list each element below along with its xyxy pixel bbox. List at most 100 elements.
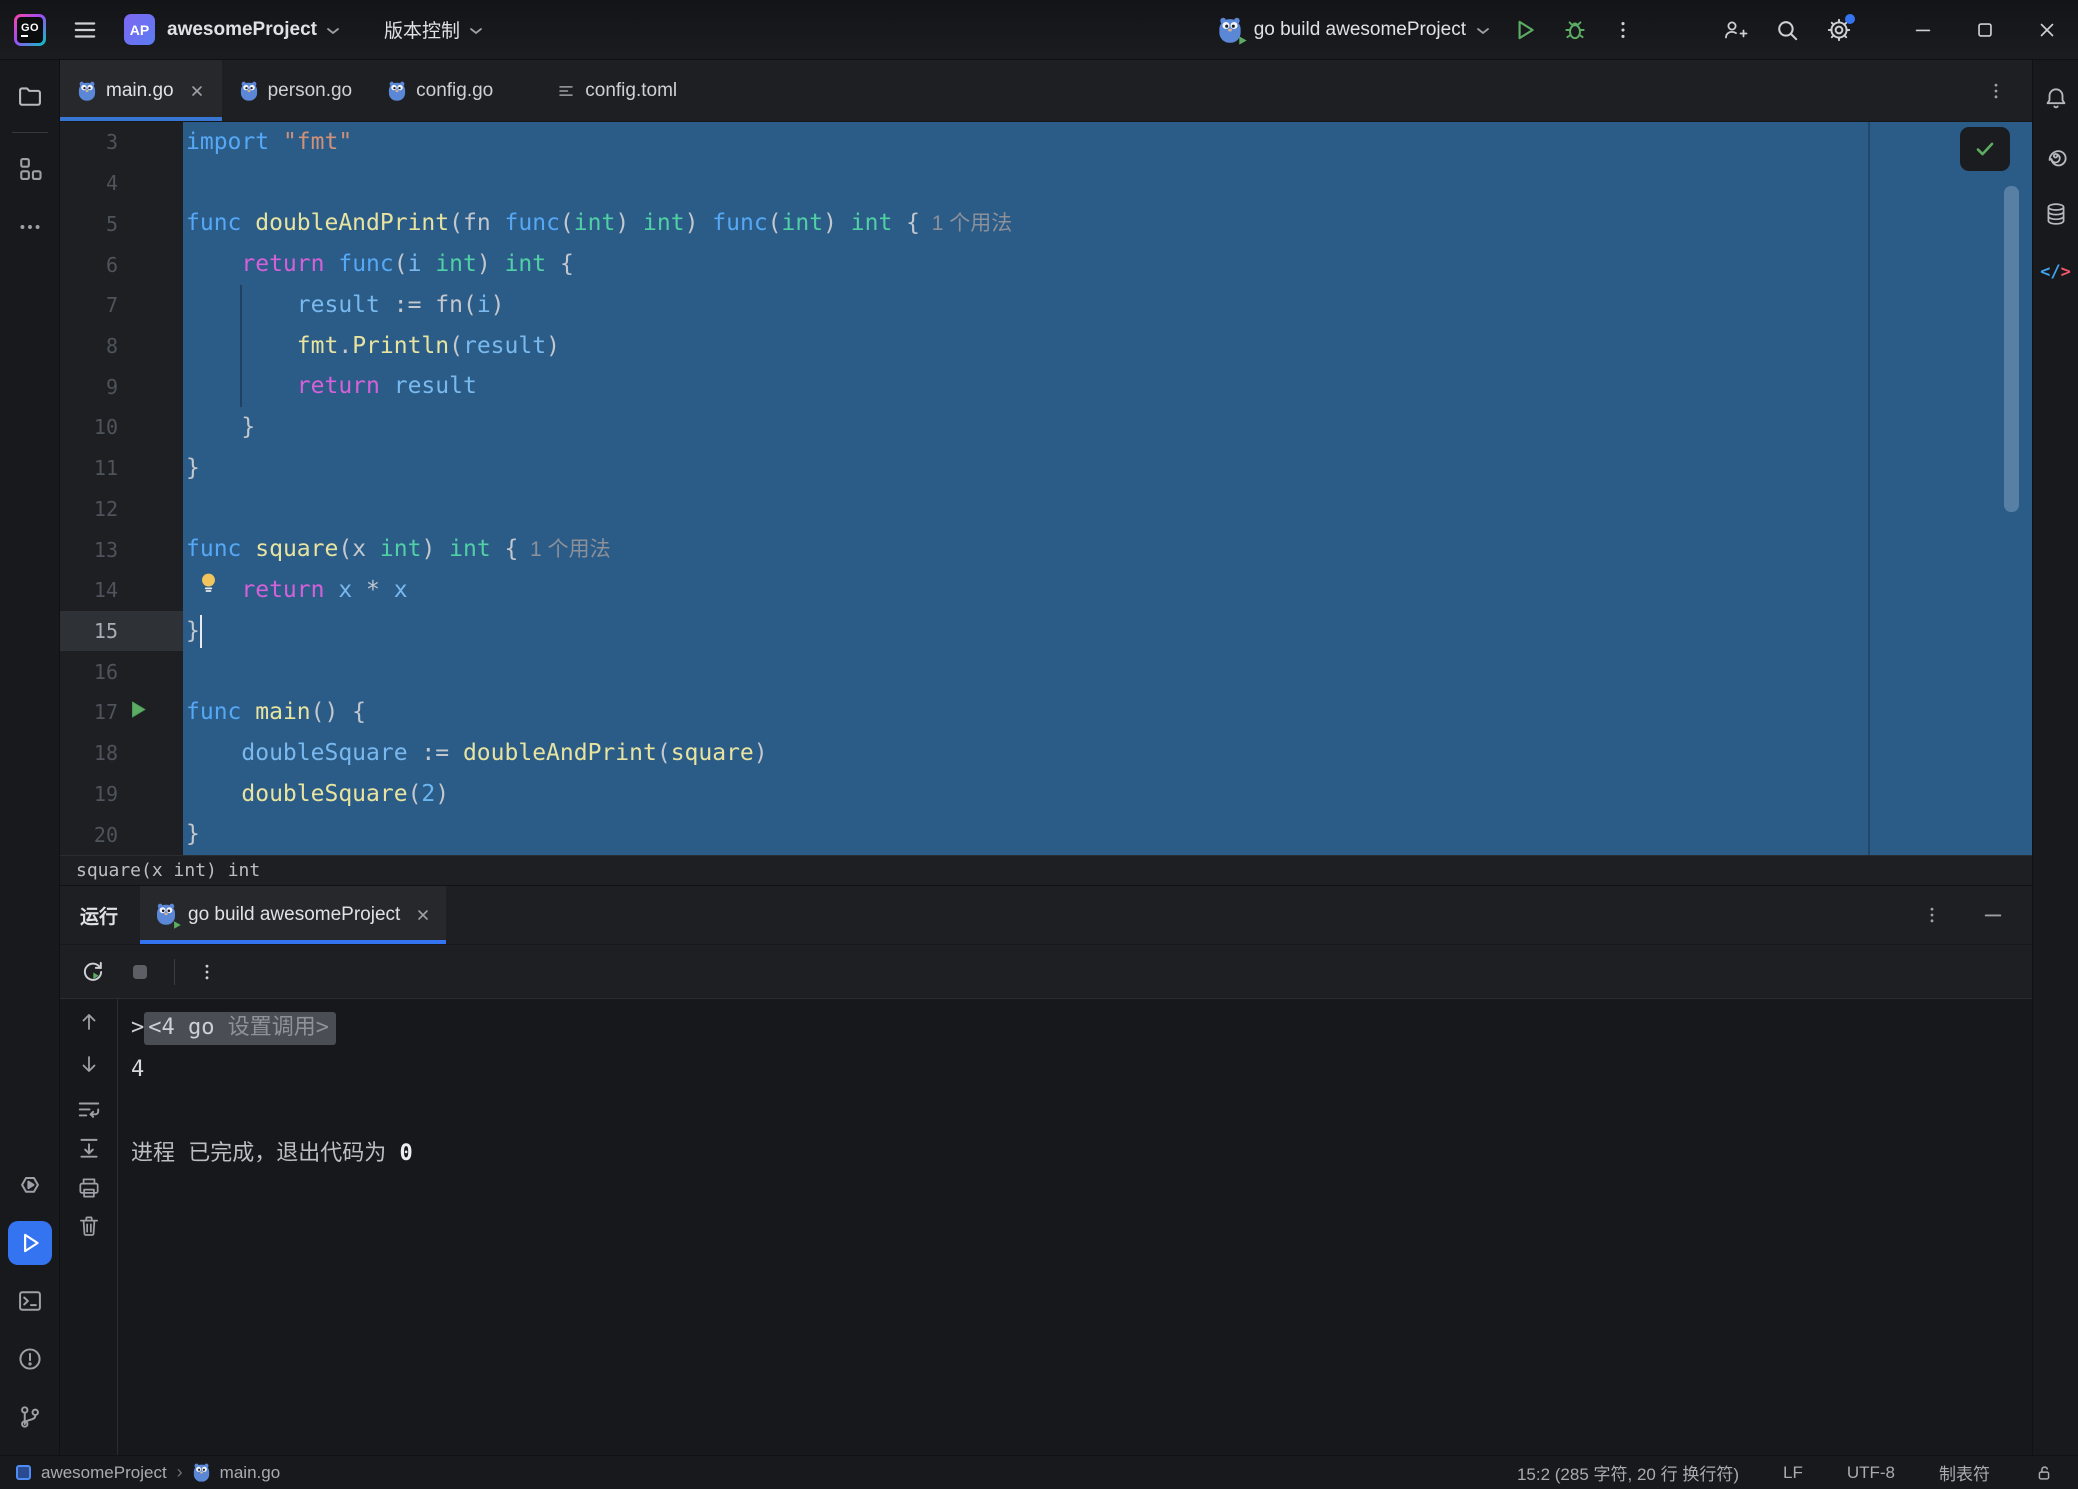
code-line-8[interactable]: fmt.Println(result) xyxy=(183,326,2032,367)
console-more-options-icon[interactable] xyxy=(197,962,217,982)
gutter-line-17[interactable]: 17 xyxy=(60,692,183,733)
gutter-line-20[interactable]: 20 xyxy=(60,814,183,855)
run-line-icon[interactable] xyxy=(126,698,150,722)
gutter-line-9[interactable]: 9 xyxy=(60,366,183,407)
run-button[interactable] xyxy=(1512,17,1538,43)
gutter-line-14[interactable]: 14 xyxy=(60,570,183,611)
code-with-me-icon[interactable] xyxy=(1722,17,1748,43)
next-occurrence-icon[interactable] xyxy=(77,1051,101,1077)
project-widget[interactable]: AP awesomeProject xyxy=(124,14,340,45)
code-line-11[interactable]: } xyxy=(183,448,2032,489)
code-line-14[interactable]: return x * x xyxy=(183,570,2032,611)
gutter-line-16[interactable]: 16 xyxy=(60,651,183,692)
code-line-5[interactable]: func doubleAndPrint(fn func(int) int) fu… xyxy=(183,203,2032,244)
code-line-10[interactable]: } xyxy=(183,407,2032,448)
encoding-widget[interactable]: UTF-8 xyxy=(1847,1463,1895,1483)
hide-panel-icon[interactable] xyxy=(1982,904,2004,926)
code-area[interactable]: import "fmt" func doubleAndPrint(fn func(… xyxy=(183,122,2032,855)
line-ending-widget[interactable]: LF xyxy=(1783,1463,1803,1483)
window-close-button[interactable] xyxy=(2016,0,2078,60)
soft-wrap-icon[interactable] xyxy=(76,1097,102,1123)
notifications-bell-icon[interactable] xyxy=(2036,78,2076,118)
clear-console-trash-icon[interactable] xyxy=(76,1213,102,1239)
unlocked-padlock-icon[interactable] xyxy=(2034,1463,2054,1483)
code-line-13[interactable]: func square(x int) int { 1 个用法 xyxy=(183,529,2032,570)
gutter-line-8[interactable]: 8 xyxy=(60,326,183,367)
code-line-18[interactable]: doubleSquare := doubleAndPrint(square) xyxy=(183,733,2032,774)
tab-options-icon[interactable] xyxy=(1986,60,2032,121)
code-line-4[interactable] xyxy=(183,163,2032,204)
editor-gutter[interactable]: 34567 8 910111213141516 17 181920 xyxy=(60,122,183,855)
close-tab-icon[interactable] xyxy=(416,908,430,922)
code-line-15[interactable]: } xyxy=(183,611,2032,652)
close-tab-icon[interactable] xyxy=(190,84,204,98)
window-maximize-button[interactable] xyxy=(1954,0,2016,60)
rerun-button[interactable] xyxy=(80,959,106,985)
caret-position-widget[interactable]: 15:2 (285 字符, 20 行 换行符) xyxy=(1517,1460,1739,1485)
terminal-tool-button[interactable] xyxy=(8,1279,52,1323)
gutter-line-10[interactable]: 10 xyxy=(60,407,183,448)
collapsed-command-chip[interactable]: <4 go 设置调用> xyxy=(144,1012,336,1045)
tab-person-go[interactable]: person.go xyxy=(222,60,371,121)
project-tool-button[interactable] xyxy=(8,74,52,118)
gutter-line-7[interactable]: 7 xyxy=(60,285,183,326)
code-line-16[interactable] xyxy=(183,651,2032,692)
more-actions-icon[interactable] xyxy=(1612,19,1634,41)
window-minimize-button[interactable] xyxy=(1892,0,1954,60)
services-tool-button[interactable] xyxy=(8,1163,52,1207)
scroll-to-end-icon[interactable] xyxy=(76,1135,102,1161)
gutter-line-4[interactable]: 4 xyxy=(60,163,183,204)
run-tool-button[interactable] xyxy=(8,1221,52,1265)
gutter-line-6[interactable]: 6 xyxy=(60,244,183,285)
structure-tool-button[interactable] xyxy=(8,147,52,191)
version-control-tool-button[interactable] xyxy=(8,1395,52,1439)
prev-occurrence-icon[interactable] xyxy=(77,1009,101,1035)
run-tab[interactable]: go build awesomeProject xyxy=(140,886,446,944)
problems-tool-button[interactable] xyxy=(8,1337,52,1381)
tab-main-go[interactable]: main.go xyxy=(60,60,222,121)
run-panel-title[interactable]: 运行 xyxy=(60,886,140,944)
code-line-12[interactable] xyxy=(183,488,2032,529)
console-output[interactable]: ><4 go 设置调用> 4 进程 已完成，退出代码为 0 xyxy=(118,999,2032,1455)
main-menu-icon[interactable] xyxy=(72,17,98,43)
code-tools-icon[interactable]: </> xyxy=(2036,252,2076,292)
gutter-line-13[interactable]: 13 xyxy=(60,529,183,570)
gutter-line-11[interactable]: 11 xyxy=(60,448,183,489)
breadcrumb-file[interactable]: main.go xyxy=(220,1463,280,1483)
stop-button[interactable] xyxy=(128,960,152,984)
code-line-3[interactable]: import "fmt" xyxy=(183,122,2032,163)
code-line-7[interactable]: result := fn(i) xyxy=(183,285,2032,326)
debug-button[interactable] xyxy=(1562,17,1588,43)
run-configuration-selector[interactable]: go build awesomeProject xyxy=(1218,17,1490,43)
gutter-line-19[interactable]: 19 xyxy=(60,774,183,815)
ai-assistant-icon[interactable] xyxy=(2036,136,2076,176)
editor-scrollbar[interactable] xyxy=(2004,186,2019,512)
tab-config-toml[interactable]: config.toml xyxy=(539,60,695,121)
gutter-line-15[interactable]: 15 xyxy=(60,611,183,652)
gutter-line-5[interactable]: 5 xyxy=(60,203,183,244)
code-line-19[interactable]: doubleSquare(2) xyxy=(183,774,2032,815)
line-number: 8 xyxy=(60,334,118,358)
code-line-20[interactable]: } xyxy=(183,814,2032,855)
database-icon[interactable] xyxy=(2036,194,2076,234)
intention-bulb-icon[interactable] xyxy=(196,570,221,597)
inspections-widget[interactable] xyxy=(1960,127,2010,171)
panel-options-icon[interactable] xyxy=(1922,905,1942,925)
breadcrumb[interactable]: awesomeProject › main.go xyxy=(0,1462,280,1483)
gutter-line-18[interactable]: 18 xyxy=(60,733,183,774)
print-icon[interactable] xyxy=(76,1175,102,1201)
code-line-9[interactable]: return result xyxy=(183,366,2032,407)
project-avatar: AP xyxy=(124,14,155,45)
search-everywhere-icon[interactable] xyxy=(1774,17,1800,43)
settings-gear-icon[interactable] xyxy=(1826,17,1852,43)
code-line-6[interactable]: return func(i int) int { xyxy=(183,244,2032,285)
breadcrumb-project[interactable]: awesomeProject xyxy=(41,1463,167,1483)
tab-config-go[interactable]: config.go xyxy=(370,60,511,121)
gutter-line-3[interactable]: 3 xyxy=(60,122,183,163)
gutter-line-12[interactable]: 12 xyxy=(60,488,183,529)
code-line-17[interactable]: func main() { xyxy=(183,692,2032,733)
indent-widget[interactable]: 制表符 xyxy=(1939,1460,1990,1485)
vcs-widget[interactable]: 版本控制 xyxy=(384,16,483,43)
line-number: 17 xyxy=(60,700,118,724)
more-tool-windows-button[interactable] xyxy=(8,205,52,249)
